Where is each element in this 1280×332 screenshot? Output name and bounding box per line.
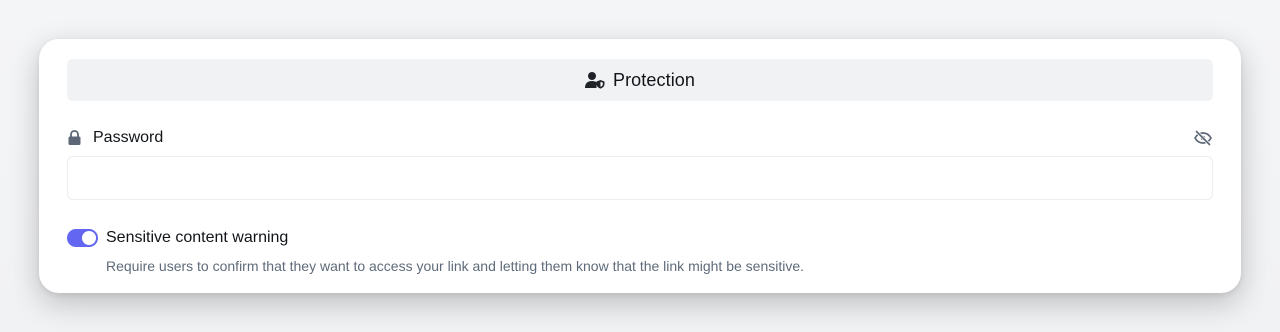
password-label-row: Password	[67, 127, 1213, 149]
page-background: Protection Password Sensitive content wa…	[0, 0, 1280, 332]
password-label: Password	[93, 129, 164, 146]
section-title: Protection	[612, 69, 696, 90]
protection-card: Protection Password Sensitive content wa…	[39, 39, 1241, 293]
user-shield-icon	[584, 71, 605, 89]
toggle-knob	[82, 231, 96, 245]
sensitive-content-row: Sensitive content warning	[67, 227, 288, 249]
protection-section-header[interactable]: Protection	[67, 59, 1213, 101]
toggle-password-visibility-button[interactable]	[1193, 128, 1213, 148]
sensitive-content-label: Sensitive content warning	[106, 229, 289, 246]
sensitive-content-description: Require users to confirm that they want …	[106, 258, 805, 274]
password-input[interactable]	[67, 156, 1213, 200]
lock-icon	[68, 130, 82, 146]
sensitive-content-toggle[interactable]	[67, 229, 98, 247]
eye-slash-icon	[1194, 130, 1212, 146]
